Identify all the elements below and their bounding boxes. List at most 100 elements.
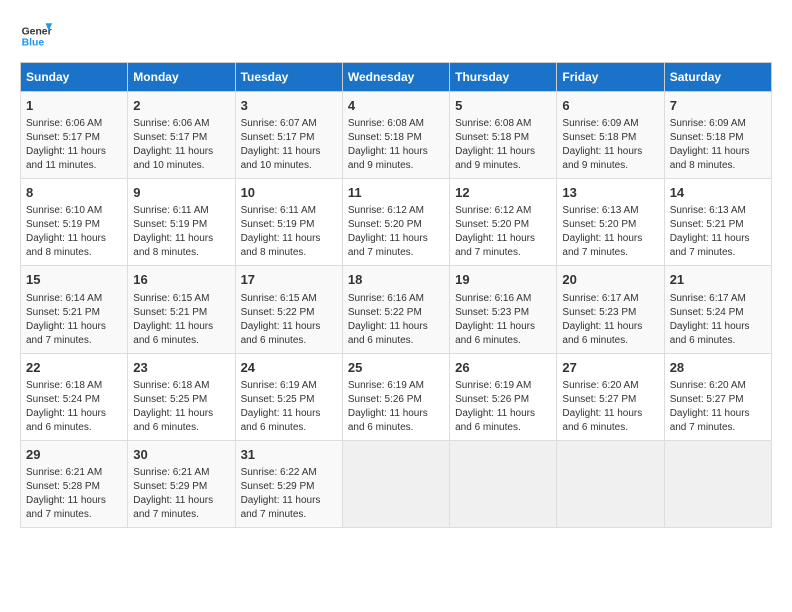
day-info-line: and 6 minutes.	[241, 334, 337, 348]
week-row-2: 8Sunrise: 6:10 AMSunset: 5:19 PMDaylight…	[21, 179, 772, 266]
day-number: 31	[241, 446, 337, 464]
day-number: 17	[241, 271, 337, 289]
day-info-line: Daylight: 11 hours	[562, 232, 658, 246]
svg-text:Blue: Blue	[22, 38, 45, 49]
day-number: 12	[455, 184, 551, 202]
day-info-line: Sunrise: 6:13 AM	[562, 204, 658, 218]
calendar-cell: 2Sunrise: 6:06 AMSunset: 5:17 PMDaylight…	[128, 92, 235, 179]
day-number: 25	[348, 359, 444, 377]
day-number: 11	[348, 184, 444, 202]
day-info-line: Sunset: 5:19 PM	[26, 218, 122, 232]
calendar-cell: 13Sunrise: 6:13 AMSunset: 5:20 PMDayligh…	[557, 179, 664, 266]
day-info-line: and 6 minutes.	[455, 421, 551, 435]
day-info-line: Sunset: 5:21 PM	[133, 306, 229, 320]
calendar-cell: 26Sunrise: 6:19 AMSunset: 5:26 PMDayligh…	[450, 353, 557, 440]
col-header-thursday: Thursday	[450, 63, 557, 92]
col-header-wednesday: Wednesday	[342, 63, 449, 92]
calendar-cell: 23Sunrise: 6:18 AMSunset: 5:25 PMDayligh…	[128, 353, 235, 440]
day-info-line: Daylight: 11 hours	[26, 320, 122, 334]
calendar-cell: 3Sunrise: 6:07 AMSunset: 5:17 PMDaylight…	[235, 92, 342, 179]
day-info-line: Sunset: 5:18 PM	[562, 131, 658, 145]
calendar-cell: 20Sunrise: 6:17 AMSunset: 5:23 PMDayligh…	[557, 266, 664, 353]
day-info-line: Sunrise: 6:12 AM	[455, 204, 551, 218]
day-info-line: Daylight: 11 hours	[348, 320, 444, 334]
day-info-line: Sunset: 5:20 PM	[348, 218, 444, 232]
calendar-cell: 29Sunrise: 6:21 AMSunset: 5:28 PMDayligh…	[21, 440, 128, 527]
calendar-cell: 24Sunrise: 6:19 AMSunset: 5:25 PMDayligh…	[235, 353, 342, 440]
day-info-line: Sunrise: 6:06 AM	[26, 117, 122, 131]
day-info-line: Daylight: 11 hours	[670, 407, 766, 421]
day-number: 5	[455, 97, 551, 115]
calendar-cell: 17Sunrise: 6:15 AMSunset: 5:22 PMDayligh…	[235, 266, 342, 353]
day-number: 30	[133, 446, 229, 464]
day-info-line: and 8 minutes.	[133, 246, 229, 260]
day-info-line: and 7 minutes.	[348, 246, 444, 260]
day-info-line: Daylight: 11 hours	[241, 232, 337, 246]
day-info-line: Daylight: 11 hours	[455, 407, 551, 421]
day-info-line: Daylight: 11 hours	[133, 145, 229, 159]
day-number: 29	[26, 446, 122, 464]
day-info-line: and 8 minutes.	[26, 246, 122, 260]
day-info-line: Sunset: 5:26 PM	[455, 393, 551, 407]
day-info-line: Sunrise: 6:08 AM	[455, 117, 551, 131]
day-info-line: Daylight: 11 hours	[133, 320, 229, 334]
day-info-line: Daylight: 11 hours	[26, 407, 122, 421]
calendar-body: 1Sunrise: 6:06 AMSunset: 5:17 PMDaylight…	[21, 92, 772, 528]
day-info-line: Daylight: 11 hours	[562, 145, 658, 159]
day-info-line: Sunset: 5:19 PM	[133, 218, 229, 232]
calendar-cell	[450, 440, 557, 527]
day-number: 16	[133, 271, 229, 289]
calendar-cell: 6Sunrise: 6:09 AMSunset: 5:18 PMDaylight…	[557, 92, 664, 179]
day-info-line: Daylight: 11 hours	[670, 320, 766, 334]
calendar-cell: 30Sunrise: 6:21 AMSunset: 5:29 PMDayligh…	[128, 440, 235, 527]
day-info-line: Sunrise: 6:15 AM	[241, 292, 337, 306]
col-header-sunday: Sunday	[21, 63, 128, 92]
calendar-cell: 14Sunrise: 6:13 AMSunset: 5:21 PMDayligh…	[664, 179, 771, 266]
day-info-line: Sunrise: 6:18 AM	[133, 379, 229, 393]
calendar-cell: 1Sunrise: 6:06 AMSunset: 5:17 PMDaylight…	[21, 92, 128, 179]
day-info-line: Sunrise: 6:12 AM	[348, 204, 444, 218]
day-info-line: and 6 minutes.	[562, 334, 658, 348]
day-info-line: Sunset: 5:27 PM	[670, 393, 766, 407]
day-info-line: Daylight: 11 hours	[670, 145, 766, 159]
day-info-line: Sunrise: 6:14 AM	[26, 292, 122, 306]
day-info-line: Daylight: 11 hours	[26, 494, 122, 508]
calendar-cell: 11Sunrise: 6:12 AMSunset: 5:20 PMDayligh…	[342, 179, 449, 266]
day-info-line: and 11 minutes.	[26, 159, 122, 173]
day-info-line: Sunrise: 6:07 AM	[241, 117, 337, 131]
day-info-line: Sunset: 5:17 PM	[133, 131, 229, 145]
day-number: 8	[26, 184, 122, 202]
calendar-cell: 27Sunrise: 6:20 AMSunset: 5:27 PMDayligh…	[557, 353, 664, 440]
day-info-line: Daylight: 11 hours	[455, 232, 551, 246]
col-header-friday: Friday	[557, 63, 664, 92]
day-info-line: Sunset: 5:20 PM	[455, 218, 551, 232]
day-number: 4	[348, 97, 444, 115]
day-info-line: and 6 minutes.	[670, 334, 766, 348]
day-info-line: Sunset: 5:29 PM	[133, 480, 229, 494]
calendar-cell: 10Sunrise: 6:11 AMSunset: 5:19 PMDayligh…	[235, 179, 342, 266]
day-number: 18	[348, 271, 444, 289]
calendar-cell: 4Sunrise: 6:08 AMSunset: 5:18 PMDaylight…	[342, 92, 449, 179]
calendar-cell: 15Sunrise: 6:14 AMSunset: 5:21 PMDayligh…	[21, 266, 128, 353]
svg-text:General: General	[22, 26, 52, 37]
day-number: 22	[26, 359, 122, 377]
day-info-line: Sunset: 5:26 PM	[348, 393, 444, 407]
calendar-cell: 25Sunrise: 6:19 AMSunset: 5:26 PMDayligh…	[342, 353, 449, 440]
day-info-line: Daylight: 11 hours	[241, 320, 337, 334]
day-info-line: and 8 minutes.	[670, 159, 766, 173]
day-info-line: and 7 minutes.	[26, 334, 122, 348]
page-header: General Blue	[20, 20, 772, 52]
day-info-line: Sunrise: 6:08 AM	[348, 117, 444, 131]
day-info-line: Sunset: 5:17 PM	[241, 131, 337, 145]
day-info-line: Daylight: 11 hours	[26, 145, 122, 159]
day-number: 7	[670, 97, 766, 115]
calendar-header-row: SundayMondayTuesdayWednesdayThursdayFrid…	[21, 63, 772, 92]
day-info-line: Sunset: 5:29 PM	[241, 480, 337, 494]
day-info-line: Sunset: 5:21 PM	[26, 306, 122, 320]
day-info-line: and 6 minutes.	[348, 421, 444, 435]
day-info-line: and 9 minutes.	[348, 159, 444, 173]
logo: General Blue	[20, 20, 52, 52]
day-info-line: Sunset: 5:18 PM	[670, 131, 766, 145]
day-info-line: Sunrise: 6:13 AM	[670, 204, 766, 218]
day-info-line: Sunrise: 6:16 AM	[455, 292, 551, 306]
